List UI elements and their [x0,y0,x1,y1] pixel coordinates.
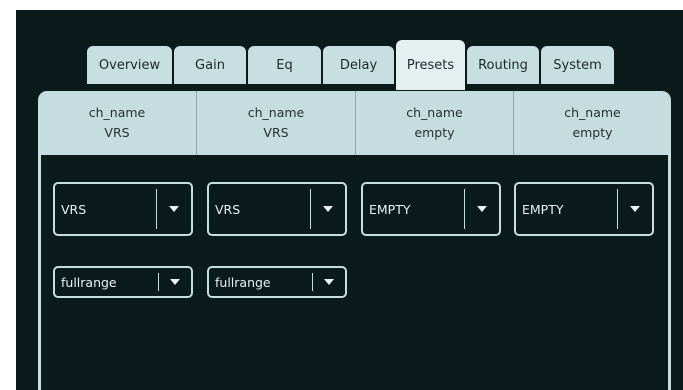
tab-label: Eq [276,57,293,73]
select-value: EMPTY [522,201,564,217]
channel-name: ch_name [247,105,305,120]
tab-gain[interactable]: Gain [173,45,247,85]
channel-header-4: ch_name empty [514,91,671,155]
tab-eq[interactable]: Eq [247,45,322,85]
tab-presets[interactable]: Presets [395,39,466,91]
tab-label: System [553,57,602,73]
select-value: VRS [61,201,87,217]
channel-name: ch_name [406,105,463,120]
select-value: VRS [215,201,241,217]
range-select-ch2[interactable]: fullrange [207,266,347,298]
tab-system[interactable]: System [540,45,615,85]
channel-preset: empty [572,125,613,140]
channel-name: ch_name [564,105,621,120]
tab-label: Gain [195,57,225,73]
range-select-ch1[interactable]: fullrange [53,266,193,298]
tab-delay[interactable]: Delay [322,45,395,85]
channel-preset: VRS [104,125,130,140]
tab-label: Overview [98,57,161,73]
chevron-down-icon[interactable] [159,268,191,296]
preset-select-ch4[interactable]: EMPTY [514,182,654,236]
tab-label: Presets [406,57,455,73]
channel-header-2: ch_name VRS [197,91,355,155]
channel-header: ch_name VRS ch_name VRS ch_name empty ch… [38,91,671,155]
preset-select-ch1[interactable]: VRS [53,182,193,236]
preset-select-ch2[interactable]: VRS [207,182,347,236]
chevron-down-icon[interactable] [311,184,345,234]
chevron-down-icon[interactable] [618,184,652,234]
select-value: fullrange [61,274,117,290]
channel-header-3: ch_name empty [356,91,513,155]
preset-select-ch3[interactable]: EMPTY [361,182,501,236]
select-value: EMPTY [369,201,411,217]
chevron-down-icon[interactable] [313,268,345,296]
chevron-down-icon[interactable] [465,184,499,234]
tab-label: Delay [339,57,378,73]
channel-preset: empty [414,125,455,140]
select-value: fullrange [215,274,271,290]
tab-routing[interactable]: Routing [466,45,540,85]
tab-overview[interactable]: Overview [86,45,173,85]
channel-preset: VRS [263,125,289,140]
channel-header-1: ch_name VRS [38,91,196,155]
channel-name: ch_name [88,105,146,120]
chevron-down-icon[interactable] [157,184,191,234]
tab-label: Routing [478,57,528,73]
app-screen: Overview Gain Eq Delay Presets Routing S… [16,10,683,390]
